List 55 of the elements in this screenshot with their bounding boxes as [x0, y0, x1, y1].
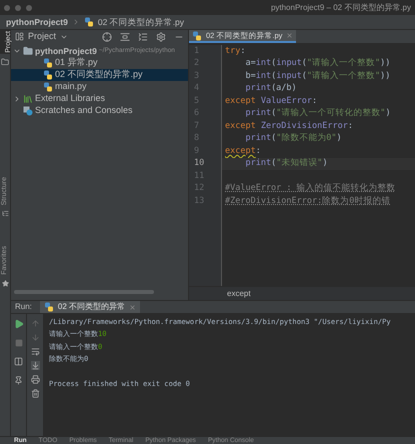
tree-item[interactable]: External Libraries: [11, 93, 188, 105]
panel-icon: [15, 32, 24, 41]
python-file-icon: [43, 82, 53, 92]
tree-label: pythonProject9: [35, 44, 97, 58]
python-file-icon: [84, 17, 94, 27]
layout-icon[interactable]: [14, 357, 23, 366]
tree-label: main.py: [55, 80, 87, 94]
code-line: print(a/b): [244, 82, 297, 96]
library-icon: [23, 94, 33, 104]
code-line: #ValueError : 输入的值不能转化为整数: [225, 182, 396, 196]
folder-icon[interactable]: [1, 58, 9, 66]
run-icon[interactable]: [14, 319, 24, 329]
star-icon[interactable]: [2, 280, 8, 287]
code-line: b=int(input("请输入一个整数")): [244, 70, 390, 83]
tree-item[interactable]: 02 不同类型的异常.py: [11, 69, 188, 81]
tree-item[interactable]: Scratches and Consoles: [11, 105, 188, 117]
tree-label: External Libraries: [35, 92, 106, 106]
print-icon[interactable]: [30, 375, 40, 384]
tree-label: 02 不同类型的异常.py: [55, 68, 143, 82]
python-file-icon: [43, 58, 53, 68]
expand-all-icon[interactable]: [120, 32, 130, 42]
soft-wrap-icon[interactable]: [30, 347, 40, 356]
window-title: pythonProject9 – 02 不同类型的异常.py: [270, 2, 411, 14]
code-line: print("请输入一个可转化的整数"): [244, 107, 391, 120]
code-breadcrumb[interactable]: except: [227, 288, 251, 300]
code-line: print("未知错误"): [244, 157, 328, 170]
console-tab[interactable]: 02 不同类型的异常: [40, 301, 140, 313]
code-line: except:: [225, 144, 261, 158]
code-line: except ValueError:: [225, 94, 318, 108]
code-line: #ZeroDivisionError:除数为0时报的错: [225, 194, 390, 208]
tree-label: Scratches and Consoles: [35, 104, 133, 118]
collapse-all-icon[interactable]: [138, 32, 148, 42]
line-number: 10: [194, 157, 204, 170]
structure-icon[interactable]: [2, 210, 8, 218]
locate-icon[interactable]: [102, 32, 112, 42]
tree-item[interactable]: 01 异常.py: [11, 57, 188, 69]
breadcrumb-item[interactable]: pythonProject9: [6, 16, 68, 28]
trash-icon[interactable]: [30, 389, 40, 398]
code-line: print("除数不能为0"): [244, 132, 342, 146]
python-file-icon: [44, 302, 54, 312]
folder-icon: [23, 46, 33, 56]
scratch-icon: [23, 106, 33, 116]
python-file-icon: [192, 30, 202, 40]
code-line: try:: [225, 44, 246, 58]
code-line: except ZeroDivisionError:: [225, 120, 353, 133]
scroll-to-end-icon[interactable]: [30, 361, 40, 370]
breadcrumb-item[interactable]: 02 不同类型的异常.py: [98, 16, 184, 28]
tree-label: 01 异常.py: [55, 56, 98, 70]
code-line: a=int(input("请输入一个整数")): [244, 57, 390, 70]
pin-icon[interactable]: [14, 376, 23, 385]
project-view-dropdown[interactable]: Project: [28, 30, 56, 44]
run-label: Run:: [15, 301, 32, 313]
python-file-icon: [43, 70, 53, 80]
settings-icon[interactable]: [156, 32, 166, 42]
tree-item[interactable]: main.py: [11, 81, 188, 93]
